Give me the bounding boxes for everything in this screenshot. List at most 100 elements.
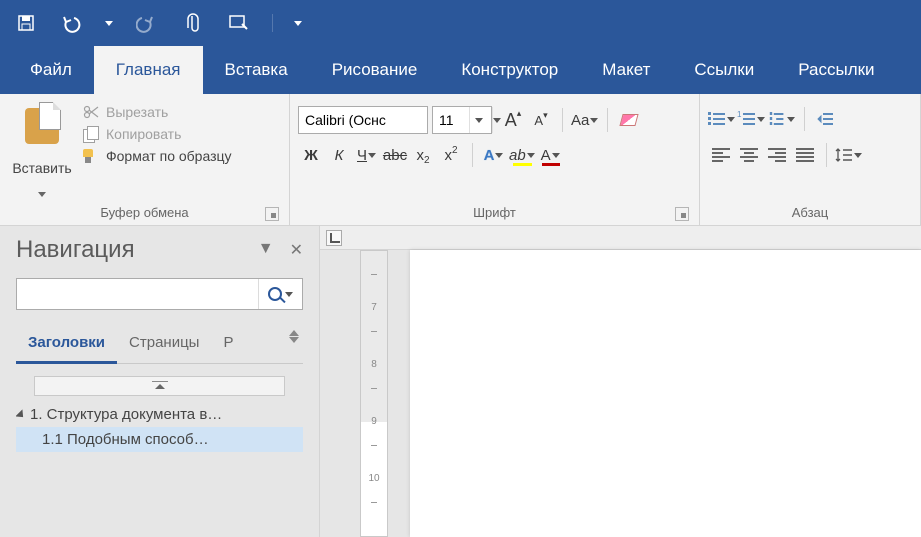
font-size-combo[interactable] [432, 106, 492, 134]
cut-label: Вырезать [106, 104, 168, 120]
undo-icon[interactable] [58, 9, 86, 37]
tab-draw[interactable]: Рисование [310, 46, 440, 94]
highlight-button[interactable]: ab [509, 142, 536, 168]
vertical-ruler[interactable]: 7 8 9 10 [360, 250, 388, 537]
change-case-button[interactable]: Aa [571, 107, 599, 133]
document-area: 7 8 9 10 [320, 226, 921, 537]
nav-tabs-scroll-up-icon[interactable] [289, 330, 299, 336]
group-clipboard-label: Буфер обмена [100, 205, 188, 220]
group-clipboard: Вставить Вырезать Копировать Формат по о… [0, 94, 290, 225]
navigation-options-icon[interactable]: ▼ [258, 240, 274, 260]
format-painter-button[interactable]: Формат по образцу [82, 148, 232, 164]
clear-formatting-button[interactable] [616, 107, 642, 133]
nav-tab-results[interactable]: Р [211, 328, 239, 363]
navigation-tabs: Заголовки Страницы Р [16, 328, 303, 364]
navigation-search-input[interactable] [17, 279, 258, 309]
ribbon-tabs: Файл Главная Вставка Рисование Конструкт… [0, 46, 921, 94]
tab-insert[interactable]: Вставка [203, 46, 310, 94]
align-left-button[interactable] [708, 142, 734, 168]
grow-font-button[interactable]: A▴ [500, 107, 526, 133]
qat-customize-icon[interactable] [293, 9, 303, 37]
paste-button[interactable]: Вставить [8, 98, 76, 199]
save-icon[interactable] [12, 9, 40, 37]
nav-tab-headings[interactable]: Заголовки [16, 328, 117, 364]
tab-home[interactable]: Главная [94, 46, 203, 94]
font-color-swatch [542, 163, 560, 166]
workspace: Навигация ▼ ✕ Заголовки Страницы Р [0, 226, 921, 537]
nav-tab-pages[interactable]: Страницы [117, 328, 211, 363]
scissors-icon [82, 104, 100, 120]
paste-label: Вставить [12, 160, 71, 176]
decrease-indent-button[interactable] [813, 106, 839, 132]
strike-button[interactable]: abc [382, 142, 408, 168]
tab-layout[interactable]: Макет [580, 46, 672, 94]
nav-tabs-scroll-down-icon[interactable] [289, 337, 299, 343]
cut-button[interactable]: Вырезать [82, 104, 232, 120]
copy-button[interactable]: Копировать [82, 126, 232, 142]
tree-caret-icon[interactable] [16, 409, 27, 420]
undo-dropdown-icon[interactable] [104, 9, 114, 37]
bold-button[interactable]: Ж [298, 142, 324, 168]
navigation-close-icon[interactable]: ✕ [290, 240, 303, 260]
navigation-search[interactable] [16, 278, 303, 310]
horizontal-ruler[interactable] [320, 226, 921, 250]
tab-file[interactable]: Файл [8, 46, 94, 94]
paste-icon [23, 102, 61, 146]
align-left-icon [712, 148, 730, 162]
search-dropdown-icon[interactable] [285, 292, 293, 297]
quick-access-toolbar [0, 0, 921, 46]
group-paragraph: Абзац [700, 94, 921, 225]
copy-label: Копировать [106, 126, 181, 142]
align-right-icon [768, 148, 786, 162]
tab-mailings[interactable]: Рассылки [776, 46, 896, 94]
underline-button[interactable]: Ч [354, 142, 380, 168]
align-right-button[interactable] [764, 142, 790, 168]
superscript-button[interactable]: x2 [438, 142, 464, 168]
subscript-button[interactable]: x2 [410, 142, 436, 168]
multilevel-icon [770, 112, 784, 126]
align-center-icon [740, 148, 758, 162]
numbering-button[interactable] [738, 106, 766, 132]
eraser-icon [620, 114, 639, 126]
tab-selector-icon[interactable] [326, 230, 342, 246]
attach-icon[interactable] [178, 9, 206, 37]
clipboard-launcher-icon[interactable] [265, 207, 279, 221]
navigation-pane: Навигация ▼ ✕ Заголовки Страницы Р [0, 226, 320, 537]
highlight-color-swatch [513, 163, 532, 166]
font-size-input[interactable] [433, 107, 469, 133]
navigation-title: Навигация [16, 236, 135, 264]
line-spacing-button[interactable] [835, 142, 863, 168]
navigation-search-button[interactable] [258, 279, 302, 309]
touch-mode-icon[interactable] [224, 9, 252, 37]
qat-separator [272, 14, 273, 32]
paste-dropdown-icon[interactable] [38, 192, 46, 197]
tab-references[interactable]: Ссылки [672, 46, 776, 94]
group-paragraph-label: Абзац [792, 205, 828, 220]
text-effects-button[interactable]: A [481, 142, 507, 168]
font-launcher-icon[interactable] [675, 207, 689, 221]
group-font: A▴ A▾ Aa Ж К Ч abc x2 x2 A ab A Шрифт [290, 94, 700, 225]
shrink-font-button[interactable]: A▾ [528, 107, 554, 133]
group-font-label: Шрифт [473, 205, 516, 220]
italic-button[interactable]: К [326, 142, 352, 168]
tree-item-1[interactable]: 1. Структура документа в… [16, 402, 303, 427]
bullets-icon [708, 112, 726, 126]
tree-item-1-label: 1. Структура документа в… [30, 406, 222, 423]
nav-collapse-button[interactable] [34, 376, 285, 396]
numbering-icon [738, 112, 756, 126]
bullets-button[interactable] [708, 106, 736, 132]
tree-item-1-1-label: 1.1 Подобным способ… [42, 431, 209, 448]
redo-icon[interactable] [132, 9, 160, 37]
align-justify-button[interactable] [792, 142, 818, 168]
multilevel-button[interactable] [768, 106, 796, 132]
font-size-dropdown-icon[interactable] [469, 107, 487, 133]
copy-icon [82, 126, 100, 142]
align-justify-icon [796, 148, 814, 162]
tree-item-1-1[interactable]: 1.1 Подобным способ… [16, 427, 303, 452]
document-page[interactable] [410, 250, 921, 537]
font-name-combo[interactable] [298, 106, 428, 134]
align-center-button[interactable] [736, 142, 762, 168]
tab-design[interactable]: Конструктор [439, 46, 580, 94]
font-color-button[interactable]: A [538, 142, 564, 168]
navigation-tree: 1. Структура документа в… 1.1 Подобным с… [16, 402, 303, 452]
